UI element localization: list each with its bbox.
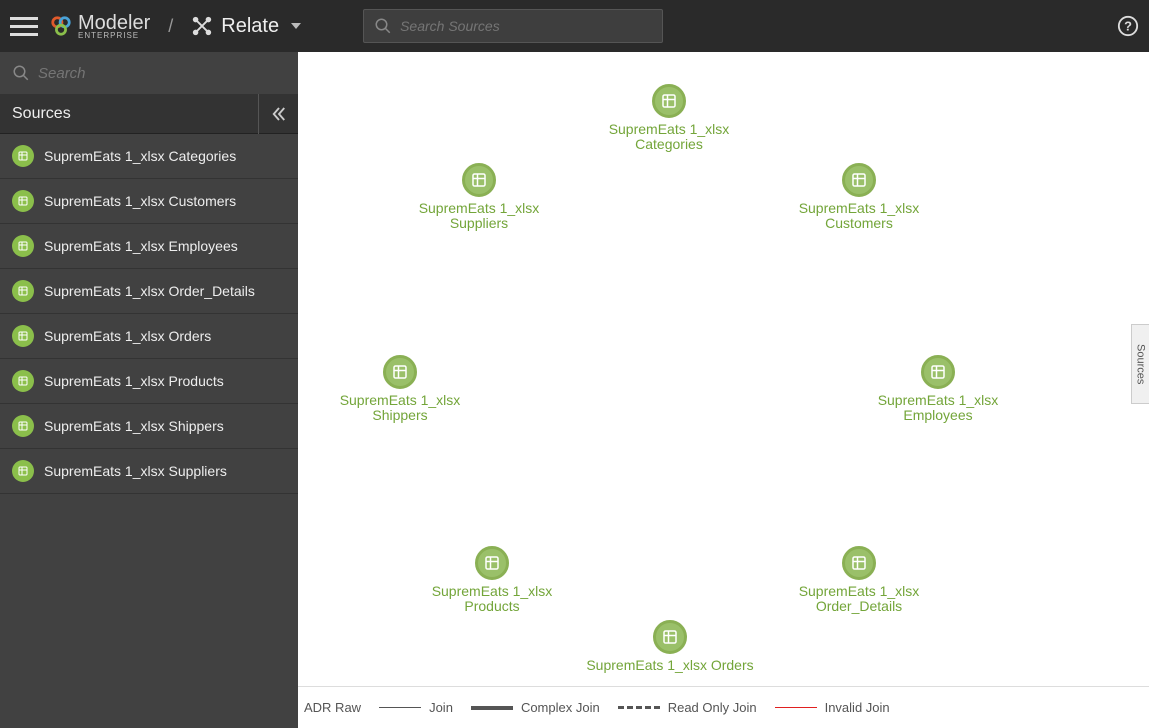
line-complex-icon bbox=[471, 706, 513, 710]
source-item[interactable]: SupremEats 1_xlsx Shippers bbox=[0, 404, 298, 449]
diagram-node-label: SupremEats 1_xlsxEmployees bbox=[848, 393, 1028, 424]
table-icon bbox=[652, 84, 686, 118]
diagram-node-label: SupremEats 1_xlsxOrder_Details bbox=[769, 584, 949, 615]
table-icon bbox=[462, 163, 496, 197]
source-label: SupremEats 1_xlsx Products bbox=[44, 373, 224, 389]
source-icon bbox=[12, 370, 34, 392]
section-dropdown[interactable]: Relate bbox=[191, 15, 301, 38]
sidebar-search-input[interactable] bbox=[38, 65, 286, 82]
legend: ADR Raw Join Complex Join Read Only Join… bbox=[298, 686, 1149, 728]
diagram-node[interactable]: SupremEats 1_xlsxOrder_Details bbox=[769, 546, 949, 615]
source-label: SupremEats 1_xlsx Categories bbox=[44, 148, 236, 164]
menu-button[interactable] bbox=[10, 12, 38, 40]
source-label: SupremEats 1_xlsx Order_Details bbox=[44, 283, 255, 299]
search-icon bbox=[12, 64, 30, 82]
breadcrumb-divider: / bbox=[168, 16, 173, 37]
legend-readonly-join: Read Only Join bbox=[618, 700, 757, 715]
diagram-node-label: SupremEats 1_xlsxCustomers bbox=[769, 201, 949, 232]
diagram-node-label: SupremEats 1_xlsx Orders bbox=[580, 658, 760, 673]
svg-text:?: ? bbox=[1124, 19, 1132, 34]
source-item[interactable]: SupremEats 1_xlsx Categories bbox=[0, 134, 298, 179]
top-bar: Modeler ENTERPRISE / Relate ? bbox=[0, 0, 1149, 52]
diagram-node-label: SupremEats 1_xlsxProducts bbox=[402, 584, 582, 615]
diagram-node-label: SupremEats 1_xlsxCategories bbox=[579, 122, 759, 153]
brand[interactable]: Modeler ENTERPRISE bbox=[50, 13, 150, 40]
source-icon bbox=[12, 190, 34, 212]
diagram-node-label: SupremEats 1_xlsxSuppliers bbox=[389, 201, 569, 232]
source-item[interactable]: SupremEats 1_xlsx Suppliers bbox=[0, 449, 298, 494]
brand-logo-icon bbox=[50, 15, 72, 37]
relation-canvas[interactable]: SupremEats 1_xlsxCategories SupremEats 1_… bbox=[298, 52, 1149, 728]
line-readonly-icon bbox=[618, 706, 660, 709]
diagram-node[interactable]: SupremEats 1_xlsx Orders bbox=[580, 620, 760, 673]
diagram-node[interactable]: SupremEats 1_xlsxEmployees bbox=[848, 355, 1028, 424]
legend-join: Join bbox=[379, 700, 453, 715]
sidebar-search[interactable] bbox=[0, 52, 298, 94]
line-invalid-icon bbox=[775, 707, 817, 708]
sidebar: Sources SupremEats 1_xlsx Categories Sup… bbox=[0, 52, 298, 728]
table-icon bbox=[842, 163, 876, 197]
sidebar-title: Sources bbox=[12, 105, 71, 123]
source-item[interactable]: SupremEats 1_xlsx Customers bbox=[0, 179, 298, 224]
legend-raw: ADR Raw bbox=[304, 700, 361, 715]
diagram-node[interactable]: SupremEats 1_xlsxShippers bbox=[310, 355, 490, 424]
top-search-input[interactable] bbox=[400, 18, 652, 34]
brand-name: Modeler bbox=[78, 13, 150, 33]
right-panel-tab[interactable]: Sources bbox=[1131, 324, 1149, 404]
sidebar-header: Sources bbox=[0, 94, 298, 134]
table-icon bbox=[842, 546, 876, 580]
source-item[interactable]: SupremEats 1_xlsx Order_Details bbox=[0, 269, 298, 314]
diagram-node[interactable]: SupremEats 1_xlsxProducts bbox=[402, 546, 582, 615]
source-icon bbox=[12, 280, 34, 302]
brand-subtitle: ENTERPRISE bbox=[78, 31, 150, 40]
section-label: Relate bbox=[221, 15, 279, 38]
diagram-node[interactable]: SupremEats 1_xlsxCustomers bbox=[769, 163, 949, 232]
source-label: SupremEats 1_xlsx Orders bbox=[44, 328, 211, 344]
diagram-node[interactable]: SupremEats 1_xlsxSuppliers bbox=[389, 163, 569, 232]
table-icon bbox=[383, 355, 417, 389]
collapse-sidebar-button[interactable] bbox=[258, 94, 298, 134]
source-icon bbox=[12, 145, 34, 167]
legend-complex-join: Complex Join bbox=[471, 700, 600, 715]
source-label: SupremEats 1_xlsx Employees bbox=[44, 238, 238, 254]
chevron-down-icon bbox=[291, 23, 301, 29]
table-icon bbox=[653, 620, 687, 654]
relate-icon bbox=[191, 15, 213, 37]
table-icon bbox=[921, 355, 955, 389]
top-search[interactable] bbox=[363, 9, 663, 43]
source-item[interactable]: SupremEats 1_xlsx Orders bbox=[0, 314, 298, 359]
source-label: SupremEats 1_xlsx Suppliers bbox=[44, 463, 227, 479]
source-icon bbox=[12, 460, 34, 482]
source-label: SupremEats 1_xlsx Shippers bbox=[44, 418, 224, 434]
diagram-node[interactable]: SupremEats 1_xlsxCategories bbox=[579, 84, 759, 153]
source-list: SupremEats 1_xlsx Categories SupremEats … bbox=[0, 134, 298, 728]
table-icon bbox=[475, 546, 509, 580]
help-icon[interactable]: ? bbox=[1117, 15, 1139, 37]
source-icon bbox=[12, 415, 34, 437]
source-icon bbox=[12, 235, 34, 257]
chevron-left-double-icon bbox=[270, 105, 288, 123]
source-label: SupremEats 1_xlsx Customers bbox=[44, 193, 236, 209]
legend-invalid-join: Invalid Join bbox=[775, 700, 890, 715]
source-item[interactable]: SupremEats 1_xlsx Employees bbox=[0, 224, 298, 269]
search-icon bbox=[374, 17, 392, 35]
source-icon bbox=[12, 325, 34, 347]
line-join-icon bbox=[379, 707, 421, 708]
source-item[interactable]: SupremEats 1_xlsx Products bbox=[0, 359, 298, 404]
diagram-node-label: SupremEats 1_xlsxShippers bbox=[310, 393, 490, 424]
